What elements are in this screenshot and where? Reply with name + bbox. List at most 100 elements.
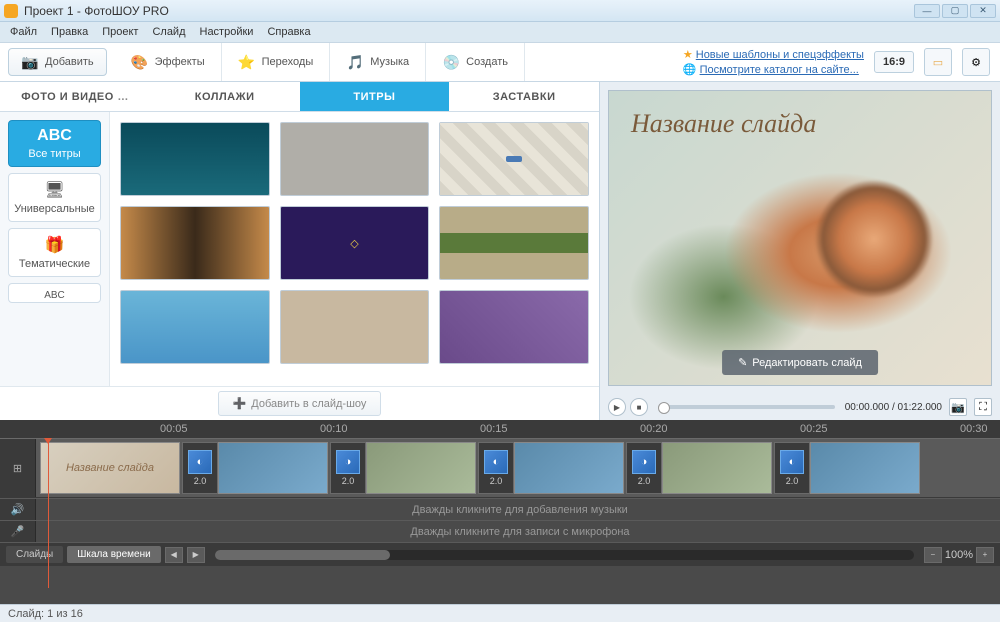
- tab-collages[interactable]: КОЛЛАЖИ: [150, 82, 300, 111]
- timeline-ruler[interactable]: 00:05 00:10 00:15 00:20 00:25 00:30: [0, 420, 1000, 438]
- new-templates-link[interactable]: Новые шаблоны и спецэффекты: [696, 49, 864, 61]
- transition-block[interactable]: ◐2.0: [182, 442, 218, 494]
- title-template[interactable]: ◇: [280, 206, 430, 280]
- ruler-tick: 00:30: [960, 420, 988, 438]
- gift-icon: 🎁: [45, 235, 65, 255]
- settings-button[interactable]: ⚙: [962, 48, 990, 76]
- menu-edit[interactable]: Правка: [51, 26, 88, 38]
- playhead[interactable]: [48, 438, 49, 588]
- mic-track[interactable]: 🎤 Дважды кликните для записи с микрофона: [0, 520, 1000, 542]
- edit-slide-button[interactable]: ✎ Редактировать слайд: [722, 350, 878, 375]
- play-button[interactable]: ▶: [608, 398, 626, 416]
- ruler-tick: 00:15: [480, 420, 508, 438]
- abc-icon: ABC: [37, 127, 72, 145]
- preview-image-content: [814, 179, 934, 299]
- next-button[interactable]: ▶: [187, 547, 205, 563]
- monitor-icon: ▭: [933, 56, 943, 69]
- star-icon: ⭐: [238, 53, 256, 71]
- abc-small-icon: ABC: [44, 290, 65, 301]
- ruler-tick: 00:25: [800, 420, 828, 438]
- effects-button[interactable]: 🎨 Эффекты: [115, 43, 222, 81]
- title-template[interactable]: [120, 206, 270, 280]
- title-templates-grid: ◇: [110, 112, 599, 386]
- timeline-clip[interactable]: [514, 442, 624, 494]
- transitions-button[interactable]: ⭐ Переходы: [222, 43, 331, 81]
- tab-timeline-view[interactable]: Шкала времени: [67, 546, 160, 563]
- music-icon: 🎵: [346, 53, 364, 71]
- menu-file[interactable]: Файл: [10, 26, 37, 38]
- title-template[interactable]: [120, 122, 270, 196]
- transitions-label: Переходы: [262, 56, 314, 68]
- timeline-scrollbar[interactable]: [215, 550, 914, 560]
- aspect-ratio-button[interactable]: 16:9: [874, 51, 914, 73]
- timeline-panel: 00:05 00:10 00:15 00:20 00:25 00:30 ⊞ На…: [0, 420, 1000, 604]
- title-template[interactable]: [439, 206, 589, 280]
- add-to-slideshow-button[interactable]: ➕ Добавить в слайд-шоу: [218, 391, 382, 416]
- create-button[interactable]: 💿 Создать: [426, 43, 525, 81]
- category-thematic[interactable]: 🎁 Тематические: [8, 228, 101, 277]
- plus-icon: ➕: [233, 397, 247, 410]
- menu-slide[interactable]: Слайд: [152, 26, 185, 38]
- snapshot-button[interactable]: 📷: [949, 398, 967, 416]
- ruler-tick: 00:10: [320, 420, 348, 438]
- fullscreen-button[interactable]: ⛶: [974, 398, 992, 416]
- maximize-button[interactable]: ▢: [942, 4, 968, 18]
- timeline-clip[interactable]: [662, 442, 772, 494]
- globe-icon: 🌐: [683, 64, 697, 76]
- title-template[interactable]: [439, 122, 589, 196]
- film-icon: ⊞: [13, 462, 22, 475]
- minimize-button[interactable]: —: [914, 4, 940, 18]
- statusbar: Слайд: 1 из 16: [0, 604, 1000, 622]
- window-title: Проект 1 - ФотоШОУ PRO: [24, 4, 169, 18]
- preview-viewport[interactable]: Название слайда ✎ Редактировать слайд: [608, 90, 992, 386]
- transition-block[interactable]: ◑2.0: [626, 442, 662, 494]
- music-label: Музыка: [370, 56, 409, 68]
- transition-block[interactable]: ◐2.0: [478, 442, 514, 494]
- preview-seek-slider[interactable]: [658, 405, 835, 409]
- prev-button[interactable]: ◀: [165, 547, 183, 563]
- slide-title-text: Название слайда: [631, 109, 816, 139]
- timeline-clip[interactable]: [810, 442, 920, 494]
- title-template[interactable]: [120, 290, 270, 364]
- camera-small-icon: 📷: [951, 401, 965, 414]
- zoom-in-button[interactable]: +: [976, 547, 994, 563]
- category-all-titles[interactable]: ABC Все титры: [8, 120, 101, 167]
- title-template[interactable]: [280, 290, 430, 364]
- category-more[interactable]: ABC: [8, 283, 101, 303]
- disc-icon: 💿: [442, 53, 460, 71]
- tab-titles[interactable]: ТИТРЫ: [300, 82, 450, 111]
- add-button[interactable]: 📷 Добавить: [8, 48, 107, 76]
- tab-photo-video[interactable]: ФОТО И ВИДЕО...: [0, 82, 150, 111]
- zoom-out-button[interactable]: −: [924, 547, 942, 563]
- music-button[interactable]: 🎵 Музыка: [330, 43, 426, 81]
- mic-icon: 🎤: [11, 525, 25, 538]
- timeline-clip[interactable]: [366, 442, 476, 494]
- transition-block[interactable]: ◑2.0: [330, 442, 366, 494]
- tab-slides-view[interactable]: Слайды: [6, 546, 63, 563]
- palette-icon: 🎨: [131, 53, 149, 71]
- close-button[interactable]: ✕: [970, 4, 996, 18]
- pencil-icon: ✎: [738, 356, 747, 369]
- toolbar: 📷 Добавить 🎨 Эффекты ⭐ Переходы 🎵 Музыка…: [0, 42, 1000, 82]
- transition-icon: ◐: [493, 456, 500, 468]
- ruler-tick: 00:05: [160, 420, 188, 438]
- video-track[interactable]: ⊞ Название слайда ◐2.0 ◑2.0 ◐2.0 ◑2.0 ◐2…: [0, 438, 1000, 498]
- transition-block[interactable]: ◐2.0: [774, 442, 810, 494]
- menu-project[interactable]: Проект: [102, 26, 138, 38]
- music-track[interactable]: 🔊 Дважды кликните для добавления музыки: [0, 498, 1000, 520]
- timeline-clip[interactable]: [218, 442, 328, 494]
- stop-button[interactable]: ■: [630, 398, 648, 416]
- catalog-link[interactable]: Посмотрите каталог на сайте...: [700, 64, 859, 76]
- gear-icon: ⚙: [971, 56, 981, 69]
- fullscreen-icon: ⛶: [979, 401, 987, 414]
- menu-settings[interactable]: Настройки: [200, 26, 254, 38]
- timeline-clip-title[interactable]: Название слайда: [40, 442, 180, 494]
- title-template[interactable]: [280, 122, 430, 196]
- title-template[interactable]: [439, 290, 589, 364]
- display-mode-button[interactable]: ▭: [924, 48, 952, 76]
- tab-intros[interactable]: ЗАСТАВКИ: [449, 82, 599, 111]
- star-bullet-icon: ★: [683, 49, 693, 61]
- transition-icon: ◐: [789, 456, 796, 468]
- menu-help[interactable]: Справка: [267, 26, 310, 38]
- category-universal[interactable]: 🖥 Универсальные: [8, 173, 101, 222]
